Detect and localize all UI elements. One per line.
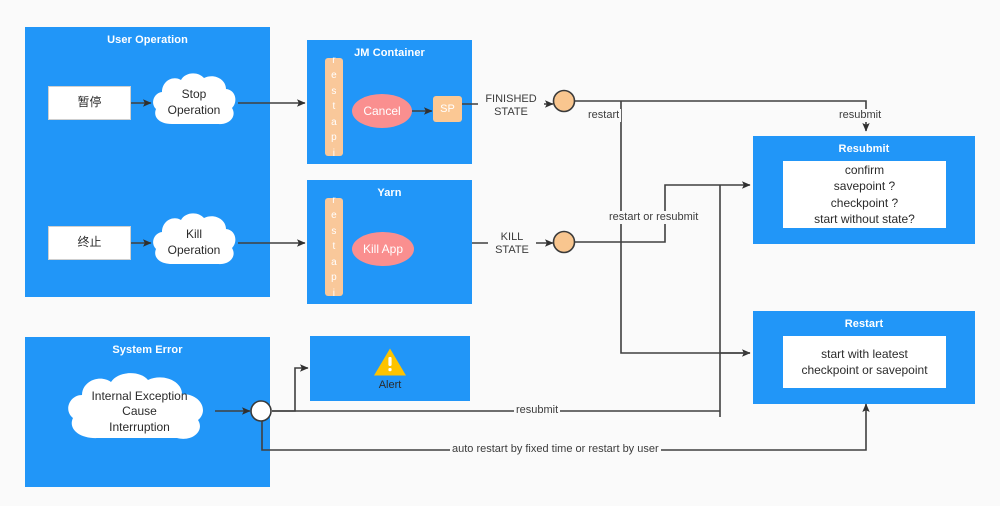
cloud-internal-exception-label: Internal Exception Cause Interruption [91, 388, 188, 434]
edge-label-auto-restart: auto restart by fixed time or restart by… [450, 443, 661, 457]
restapi-letter: p [331, 132, 337, 144]
box-pause-label: 暂停 [77, 95, 102, 110]
box-savepoint-label: SP [440, 103, 455, 115]
edge-label-restart: restart [586, 109, 622, 123]
ellipse-cancel-label: Cancel [363, 104, 401, 118]
edge-label-restart-or-resubmit: restart or resubmit [607, 211, 701, 225]
edge-label-kill-state: KILL STATE [488, 231, 536, 258]
box-terminate[interactable]: 终止 [48, 226, 131, 260]
ellipse-cancel[interactable]: Cancel [352, 94, 412, 128]
diagram-canvas: User Operation 暂停 Stop Operation 终止 Kill… [0, 0, 1000, 506]
cloud-kill-operation[interactable]: Kill Operation [148, 210, 240, 276]
edge-label-resubmit-top: resubmit [837, 109, 884, 123]
edge-label-resubmit-bottom: resubmit [514, 404, 561, 418]
restapi-bar-jm[interactable]: r e s t a p i [325, 55, 343, 159]
ellipse-kill-app[interactable]: Kill App [352, 232, 414, 266]
restapi-letter: e [331, 70, 337, 82]
panel-title-resubmit: Resubmit [838, 143, 890, 155]
panel-title-system-error: System Error [112, 344, 183, 356]
restapi-letter: t [332, 241, 336, 253]
restapi-letter: s [331, 85, 337, 97]
box-terminate-label: 终止 [77, 235, 102, 250]
state-node-kill[interactable] [552, 230, 576, 254]
box-pause[interactable]: 暂停 [48, 86, 131, 120]
panel-title-user-operation: User Operation [107, 34, 188, 46]
ellipse-kill-app-label: Kill App [362, 242, 404, 256]
restapi-letter: a [331, 256, 337, 268]
restart-body-text: start with leatest checkpoint or savepoi… [801, 346, 928, 377]
restapi-letter: i [332, 147, 336, 159]
alert-label: Alert [378, 378, 402, 391]
restapi-letter: r [332, 194, 336, 206]
state-node-finished[interactable] [552, 89, 576, 113]
resubmit-body-text: confirm savepoint ? checkpoint ? start w… [814, 163, 915, 226]
restart-body: start with leatest checkpoint or savepoi… [783, 336, 946, 388]
restapi-letter: r [332, 54, 336, 66]
cloud-internal-exception[interactable]: Internal Exception Cause Interruption [62, 373, 217, 451]
restapi-letter: a [331, 116, 337, 128]
restapi-letter: p [331, 272, 337, 284]
restapi-letter: e [331, 210, 337, 222]
cloud-kill-operation-label: Kill Operation [167, 227, 221, 257]
restapi-letter: s [331, 225, 337, 237]
cloud-stop-operation[interactable]: Stop Operation [148, 70, 240, 136]
alert-content: Alert [310, 336, 470, 401]
warning-triangle-icon [374, 348, 406, 375]
panel-title-restart: Restart [844, 318, 884, 330]
restapi-letter: t [332, 101, 336, 113]
cloud-stop-operation-label: Stop Operation [167, 87, 221, 117]
restapi-letter: i [332, 287, 336, 299]
edge-label-finished-state: FINISHED STATE [478, 93, 544, 120]
restapi-bar-yarn[interactable]: r e s t a p i [325, 195, 343, 299]
resubmit-body: confirm savepoint ? checkpoint ? start w… [783, 161, 946, 228]
box-savepoint[interactable]: SP [433, 96, 462, 122]
panel-alert[interactable]: Alert [310, 336, 470, 401]
